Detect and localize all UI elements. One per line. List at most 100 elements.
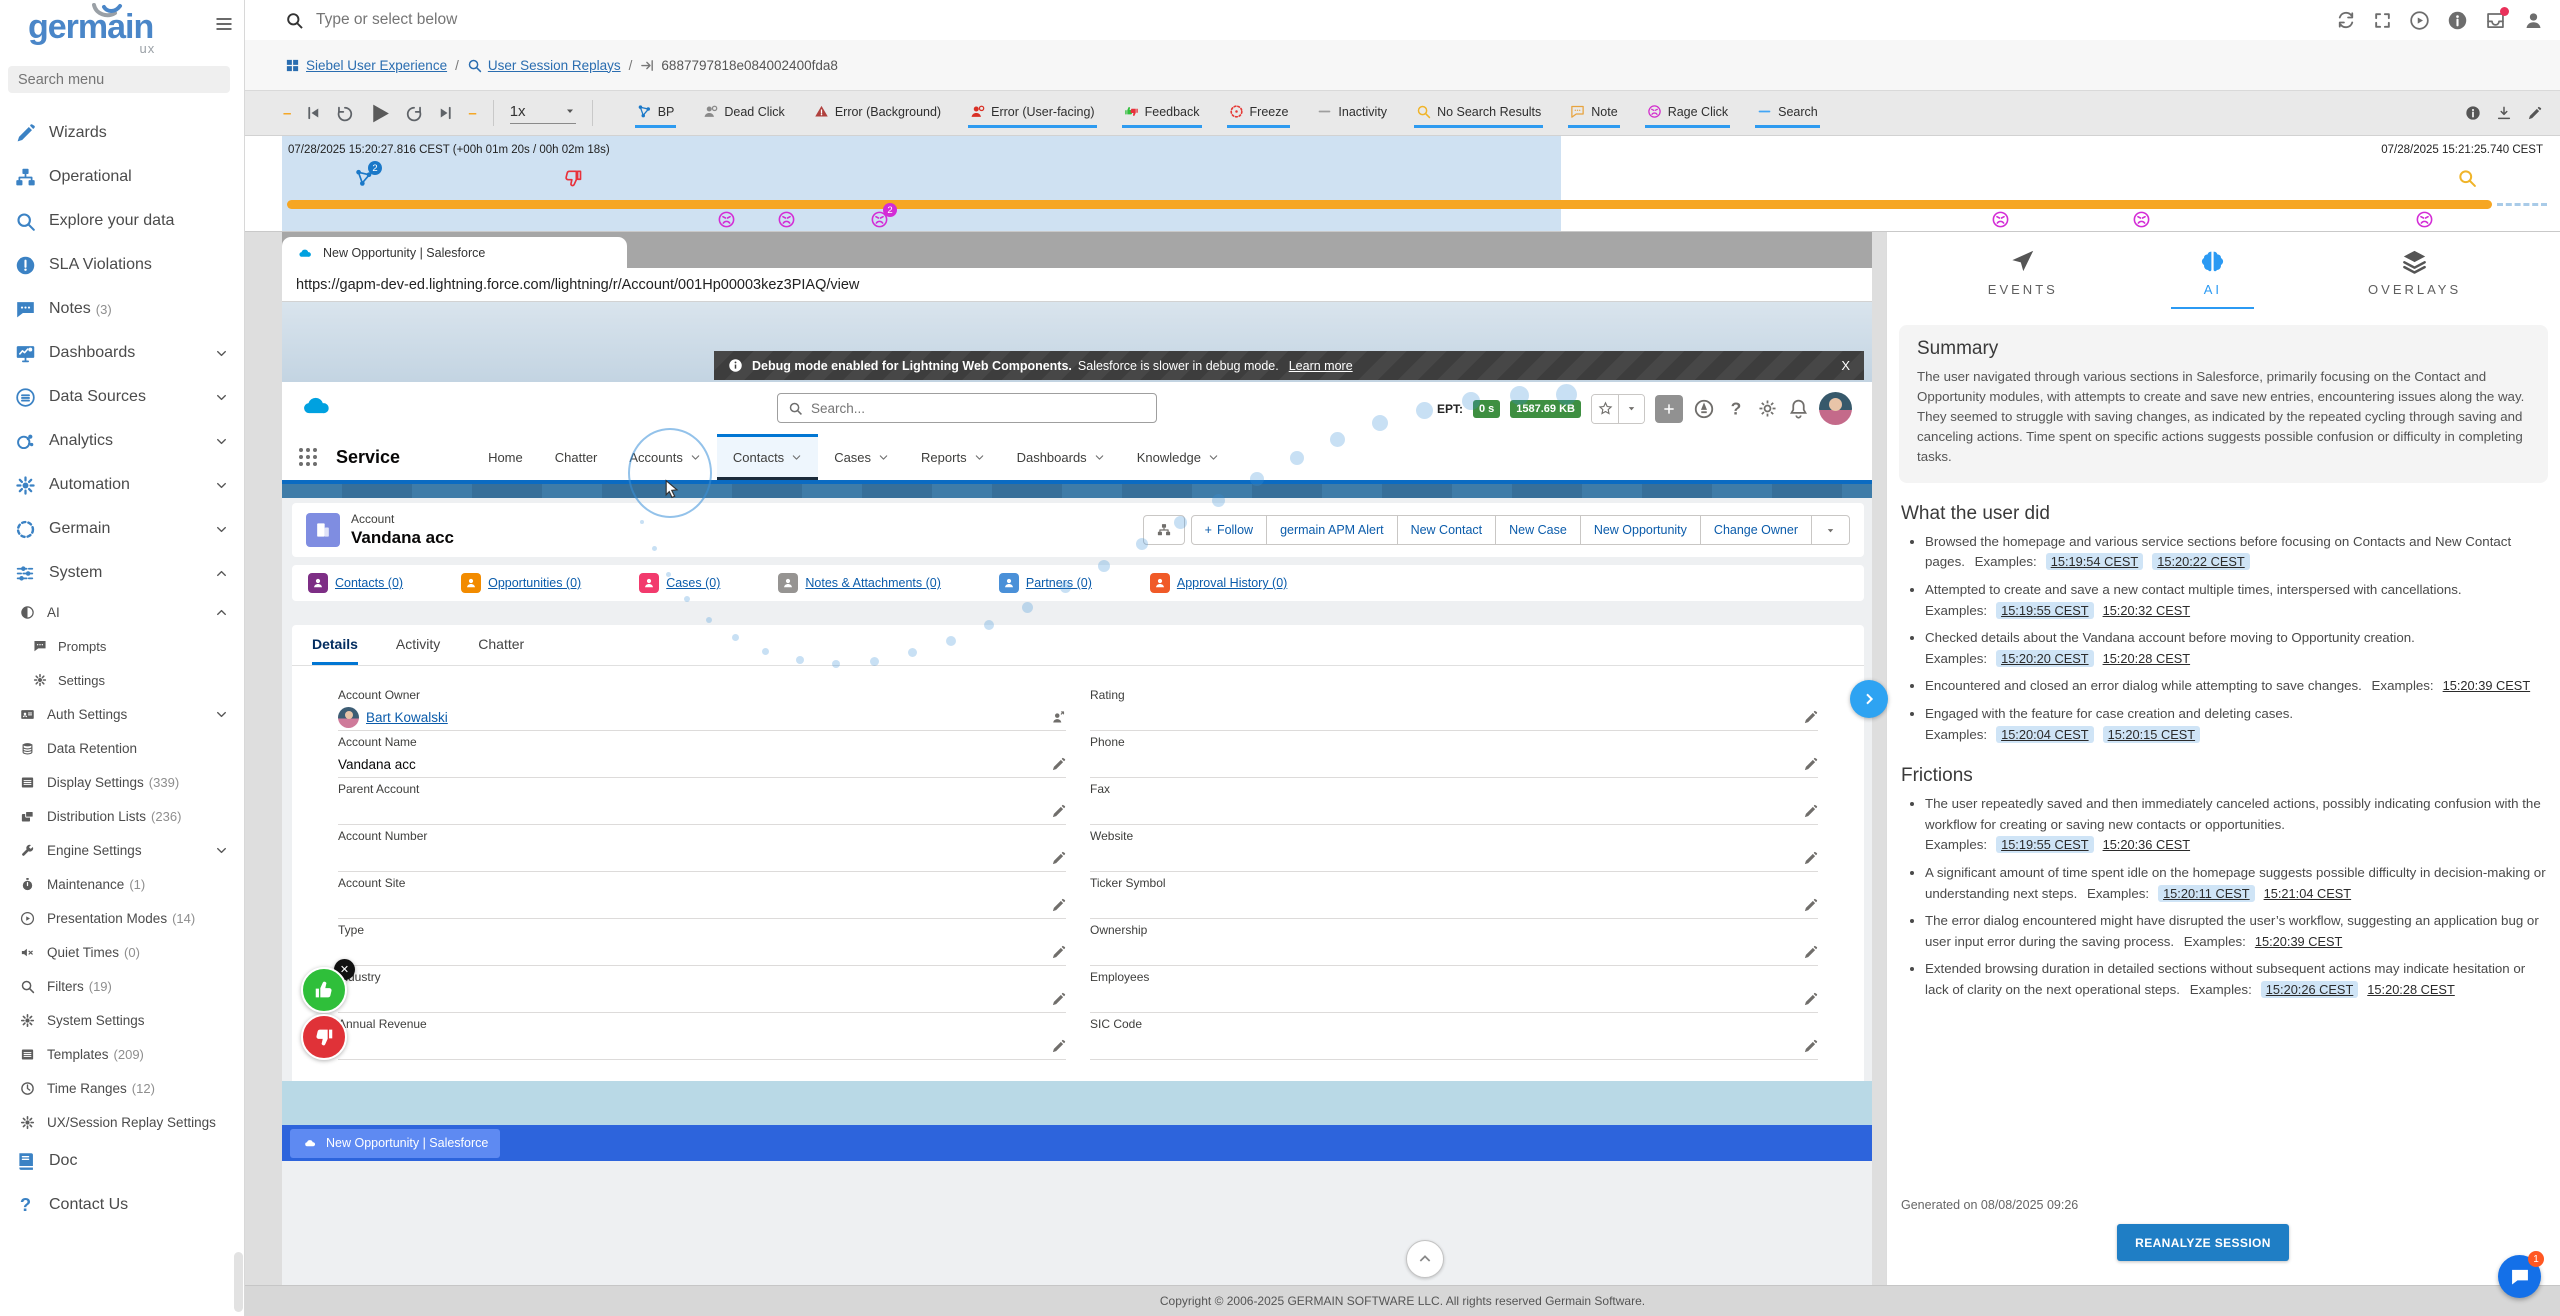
presentation-play-icon[interactable] — [2409, 10, 2430, 31]
skip-to-start-icon[interactable] — [304, 104, 322, 122]
refresh-icon[interactable] — [2336, 10, 2356, 30]
sidebar-scrollbar[interactable] — [234, 1252, 243, 1312]
related-list-approval-history-0-[interactable]: Approval History (0) — [1150, 573, 1287, 593]
panel-tab-overlays[interactable]: OVERLAYS — [2340, 246, 2489, 309]
sidebar-search-input[interactable] — [8, 66, 230, 93]
edit-pencil-icon[interactable] — [1803, 898, 1818, 913]
timeline-bar[interactable] — [287, 200, 2492, 209]
sf-nav-tab-chatter[interactable]: Chatter — [539, 434, 614, 480]
timeline-event-rage-click[interactable] — [1991, 210, 2010, 234]
edit-pencil-icon[interactable] — [1803, 851, 1818, 866]
filter-no-search-results[interactable]: No Search Results — [1414, 98, 1543, 128]
session-timeline[interactable]: 07/28/2025 15:20:27.816 CEST (+00h 01m 2… — [245, 136, 2560, 232]
filter-inactivity[interactable]: Inactivity — [1315, 98, 1389, 128]
sidebar-item-data-retention[interactable]: Data Retention — [0, 731, 244, 765]
detail-tab-activity[interactable]: Activity — [396, 625, 440, 665]
rewind-icon[interactable] — [335, 104, 354, 123]
breadcrumb-label[interactable]: Siebel User Experience — [306, 58, 447, 73]
example-timestamp-link[interactable]: 15:19:55 CEST — [1996, 602, 2094, 619]
edit-pencil-icon[interactable] — [1803, 804, 1818, 819]
edit-session-icon[interactable] — [2527, 105, 2542, 121]
timeline-event-rage-click[interactable] — [2132, 210, 2151, 234]
sidebar-item-sla-violations[interactable]: SLA Violations — [0, 243, 244, 287]
reanalyze-session-button[interactable]: REANALYZE SESSION — [2117, 1224, 2289, 1261]
forward-icon[interactable] — [405, 104, 424, 123]
session-info-icon[interactable] — [2465, 105, 2481, 121]
sidebar-item-display-settings[interactable]: Display Settings(339) — [0, 765, 244, 799]
action-button-change-owner[interactable]: Change Owner — [1700, 515, 1812, 545]
sf-nav-tab-contacts[interactable]: Contacts — [717, 434, 818, 480]
field-value-row[interactable] — [338, 939, 1066, 966]
related-list-link[interactable]: Cases (0) — [666, 576, 720, 590]
change-owner-icon[interactable] — [1051, 710, 1066, 725]
sidebar-item-germain[interactable]: Germain — [0, 507, 244, 551]
help-icon[interactable]: ? — [1725, 398, 1747, 420]
related-list-opportunities-0-[interactable]: Opportunities (0) — [461, 573, 581, 593]
sf-nav-tab-dashboards[interactable]: Dashboards — [1001, 434, 1121, 480]
example-timestamp-link[interactable]: 15:20:22 CEST — [2152, 553, 2250, 570]
field-value[interactable]: Bart Kowalski — [366, 710, 448, 725]
edit-pencil-icon[interactable] — [1051, 992, 1066, 1007]
sf-nav-tab-reports[interactable]: Reports — [905, 434, 1001, 480]
sidebar-item-data-sources[interactable]: Data Sources — [0, 375, 244, 419]
field-value-row[interactable] — [338, 986, 1066, 1013]
example-timestamp-link[interactable]: 15:20:39 CEST — [2255, 934, 2343, 949]
field-value-row[interactable]: Vandana acc — [338, 751, 1066, 778]
example-timestamp-link[interactable]: 15:20:28 CEST — [2103, 651, 2191, 666]
filter-note[interactable]: Note — [1568, 98, 1619, 128]
org-chart-button[interactable] — [1143, 515, 1185, 545]
global-search-input[interactable] — [316, 11, 916, 29]
related-list-contacts-0-[interactable]: Contacts (0) — [308, 573, 403, 593]
notification-bell-icon[interactable] — [1788, 398, 1809, 419]
related-list-link[interactable]: Notes & Attachments (0) — [805, 576, 940, 590]
sf-nav-tab-cases[interactable]: Cases — [818, 434, 905, 480]
related-list-link[interactable]: Opportunities (0) — [488, 576, 581, 590]
example-timestamp-link[interactable]: 15:20:36 CEST — [2103, 837, 2191, 852]
sf-search-input[interactable] — [811, 401, 1111, 416]
related-list-link[interactable]: Partners (0) — [1026, 576, 1092, 590]
sidebar-item-explore-your-data[interactable]: Explore your data — [0, 199, 244, 243]
field-value-row[interactable] — [1090, 845, 1818, 872]
sidebar-item-automation[interactable]: Automation — [0, 463, 244, 507]
learn-more-link[interactable]: Learn more — [1289, 359, 1353, 373]
panel-tab-events[interactable]: EVENTS — [1960, 246, 2086, 309]
sidebar-item-doc[interactable]: Doc — [0, 1139, 244, 1183]
edit-pencil-icon[interactable] — [1051, 851, 1066, 866]
filter-feedback[interactable]: Feedback — [1122, 98, 1202, 128]
sidebar-item-system-settings[interactable]: System Settings — [0, 1003, 244, 1037]
timeline-event-bp[interactable]: 2 — [354, 168, 374, 193]
sidebar-item-prompts[interactable]: Prompts — [0, 629, 244, 663]
action-button-new-contact[interactable]: New Contact — [1397, 515, 1497, 545]
action-button-follow[interactable]: +Follow — [1191, 515, 1267, 545]
edit-pencil-icon[interactable] — [1051, 1039, 1066, 1054]
sidebar-item-notes[interactable]: Notes(3) — [0, 287, 244, 331]
filter-search[interactable]: Search — [1755, 98, 1820, 128]
close-icon[interactable]: X — [1841, 358, 1850, 373]
timeline-event-feedback-down[interactable] — [563, 168, 583, 193]
field-value-row[interactable] — [1090, 892, 1818, 919]
thumbs-up-button[interactable] — [301, 967, 347, 1013]
app-launcher-icon[interactable] — [296, 445, 320, 469]
sidebar-item-filters[interactable]: Filters(19) — [0, 969, 244, 1003]
taskbar-window-item[interactable]: New Opportunity | Salesforce — [290, 1129, 500, 1158]
skip-to-end-icon[interactable] — [437, 104, 455, 122]
sidebar-item-quiet-times[interactable]: Quiet Times(0) — [0, 935, 244, 969]
user-profile-icon[interactable] — [2523, 10, 2544, 31]
field-value-row[interactable] — [1090, 1033, 1818, 1060]
edit-pencil-icon[interactable] — [1803, 945, 1818, 960]
example-timestamp-link[interactable]: 15:20:20 CEST — [1996, 650, 2094, 667]
timeline-event-rage-click[interactable] — [717, 210, 736, 234]
edit-pencil-icon[interactable] — [1803, 992, 1818, 1007]
edit-pencil-icon[interactable] — [1803, 757, 1818, 772]
sidebar-item-system[interactable]: System — [0, 551, 244, 595]
playback-speed-select[interactable]: 1x — [510, 103, 576, 124]
example-timestamp-link[interactable]: 15:20:15 CEST — [2103, 726, 2201, 743]
field-value-row[interactable] — [1090, 751, 1818, 778]
sf-nav-tab-home[interactable]: Home — [472, 434, 539, 480]
related-list-notes-attachments-0-[interactable]: Notes & Attachments (0) — [778, 573, 940, 593]
scroll-to-top-button[interactable] — [1406, 1240, 1444, 1278]
timeline-event-rage-click[interactable] — [777, 210, 796, 234]
example-timestamp-link[interactable]: 15:20:26 CEST — [2261, 981, 2359, 998]
edit-pencil-icon[interactable] — [1051, 804, 1066, 819]
thumbs-down-button[interactable] — [301, 1014, 347, 1060]
